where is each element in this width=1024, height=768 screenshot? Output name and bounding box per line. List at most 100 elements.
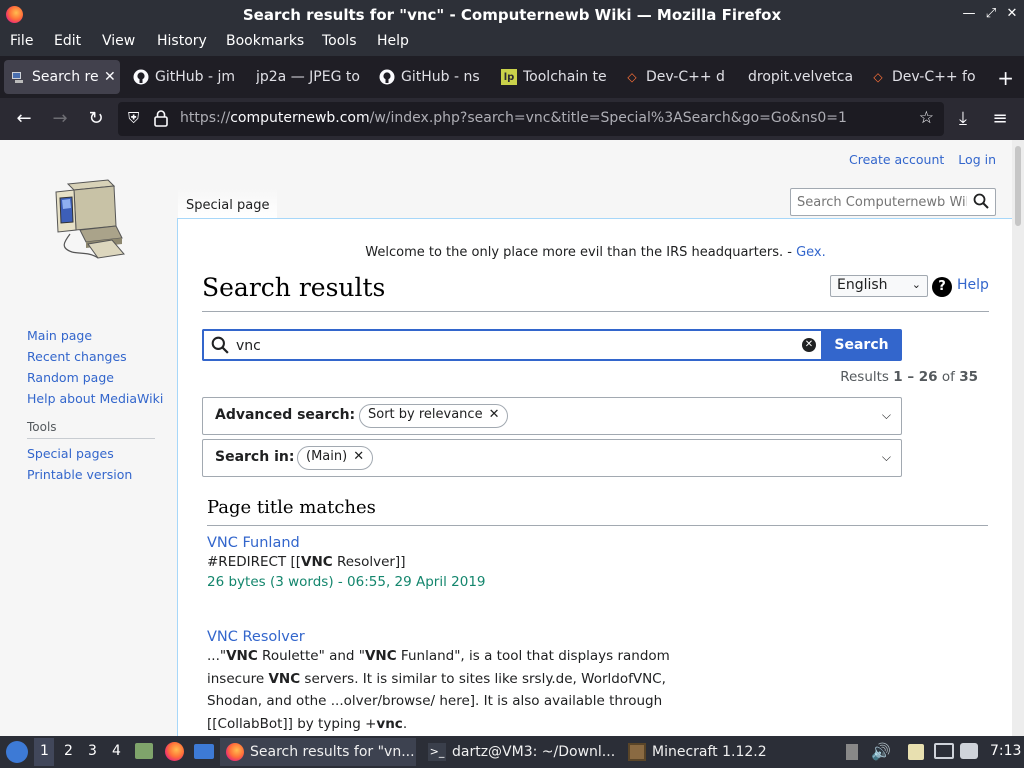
namespace-chip[interactable]: (Main) ✕	[297, 446, 374, 470]
language-select[interactable]: English ⌄	[830, 275, 928, 297]
wiki-logo[interactable]	[50, 178, 130, 262]
tab-close-icon[interactable]: ✕	[104, 69, 116, 85]
menu-view[interactable]: View	[102, 33, 135, 49]
clock: 7:13	[990, 743, 1022, 759]
chip-remove-icon[interactable]: ✕	[353, 449, 364, 464]
sidebar-item-main-page[interactable]: Main page	[27, 328, 163, 343]
firefox-icon	[226, 743, 244, 761]
battery-icon[interactable]	[846, 744, 858, 760]
tab-special-page[interactable]: Special page	[178, 188, 278, 218]
wiki-favicon-icon	[10, 69, 26, 85]
shield-icon[interactable]: ⛨	[128, 109, 139, 127]
workspace-4[interactable]: 4	[112, 743, 121, 759]
sidebar-tools: Special pages Printable version	[27, 446, 132, 488]
help-link[interactable]: Help	[957, 277, 989, 293]
tab-toolchain[interactable]: lp Toolchain te	[501, 60, 607, 94]
devcpp-icon: ◇	[873, 70, 883, 84]
lock-icon[interactable]	[154, 110, 168, 131]
file-manager-icon[interactable]	[135, 743, 153, 759]
sidebar-item-help[interactable]: Help about MediaWiki	[27, 391, 163, 406]
scrollbar-thumb[interactable]	[1015, 146, 1021, 226]
workspace-1[interactable]: 1	[40, 743, 49, 759]
help-icon[interactable]: ?	[932, 277, 952, 297]
forward-button[interactable]: →	[47, 106, 73, 132]
main-content: Welcome to the only place more evil than…	[177, 218, 1012, 736]
tab-search-results[interactable]: Search re ✕	[4, 60, 120, 94]
section-heading: Page title matches	[207, 497, 376, 518]
menu-tools[interactable]: Tools	[322, 33, 357, 49]
tab-devcpp-1[interactable]: ◇ Dev-C++ d	[624, 60, 728, 94]
clipboard-icon[interactable]	[908, 744, 924, 760]
firefox-launcher-icon[interactable]	[165, 742, 184, 761]
network-icon[interactable]	[960, 743, 978, 759]
query-input[interactable]	[236, 336, 796, 356]
tab-github-ns[interactable]: GitHub - ns	[379, 60, 485, 94]
window-titlebar: Search results for "vnc" - Computernewb …	[0, 0, 1024, 30]
taskbar-window-minecraft[interactable]: Minecraft 1.12.2	[626, 738, 822, 766]
search-button[interactable]: Search	[821, 329, 902, 361]
sidebar-tools-heading: Tools	[27, 420, 155, 439]
back-button[interactable]: ←	[11, 106, 37, 132]
search-in-panel[interactable]: Search in: (Main) ✕ ⌵	[202, 439, 902, 477]
url-text[interactable]: https://computernewb.com/w/index.php?sea…	[180, 110, 847, 126]
result-snippet: ..."VNC Roulette" and "VNC Funland", is …	[207, 648, 670, 732]
display-icon[interactable]	[934, 743, 954, 759]
wiki-search-input[interactable]	[797, 193, 967, 211]
sidebar-item-random-page[interactable]: Random page	[27, 370, 163, 385]
sidebar-navigation: Main page Recent changes Random page Hel…	[27, 328, 163, 412]
volume-icon[interactable]: 🔊	[871, 742, 891, 761]
terminal-icon: >_	[428, 743, 446, 761]
tab-jp2a[interactable]: jp2a — JPEG to	[256, 60, 366, 94]
sidebar-item-printable-version[interactable]: Printable version	[27, 467, 132, 482]
chevron-down-icon[interactable]: ⌵	[882, 408, 891, 423]
hamburger-menu-icon[interactable]: ≡	[987, 106, 1013, 132]
menu-history[interactable]: History	[157, 33, 207, 49]
restore-icon[interactable]: ⤢	[982, 5, 1000, 23]
workspace-2[interactable]: 2	[64, 743, 73, 759]
minimize-icon[interactable]: —	[960, 5, 978, 23]
result-title-link[interactable]: VNC Funland	[207, 535, 707, 551]
menu-help[interactable]: Help	[377, 33, 409, 49]
sidebar-item-special-pages[interactable]: Special pages	[27, 446, 132, 461]
page-scrollbar[interactable]	[1012, 140, 1024, 736]
downloads-icon[interactable]: ⤓	[950, 106, 976, 132]
chip-remove-icon[interactable]: ✕	[489, 407, 500, 422]
new-tab-button[interactable]: +	[997, 66, 1014, 90]
minecraft-icon	[628, 743, 646, 761]
clear-icon[interactable]: ✕	[802, 338, 816, 352]
menu-edit[interactable]: Edit	[54, 33, 81, 49]
start-menu-icon[interactable]	[6, 741, 28, 763]
sort-chip[interactable]: Sort by relevance ✕	[359, 404, 509, 428]
advanced-search-label: Advanced search:	[215, 407, 356, 423]
bookmark-star-icon[interactable]: ☆	[919, 108, 934, 128]
create-account-link[interactable]: Create account	[849, 152, 944, 167]
taskbar-window-terminal[interactable]: >_ dartz@VM3: ~/Downl...	[424, 738, 620, 766]
result-title-link[interactable]: VNC Resolver	[207, 629, 695, 645]
site-notice-link[interactable]: Gex.	[796, 245, 826, 260]
advanced-search-panel[interactable]: Advanced search: Sort by relevance ✕ ⌵	[202, 397, 902, 435]
close-icon[interactable]: ✕	[1003, 5, 1021, 23]
github-icon	[379, 69, 395, 85]
tab-dropit[interactable]: dropit.velvetca	[748, 60, 852, 94]
menu-file[interactable]: File	[10, 33, 33, 49]
taskbar-window-firefox[interactable]: Search results for "vn...	[220, 738, 416, 766]
url-bar[interactable]: ⛨ https://computernewb.com/w/index.php?s…	[118, 102, 944, 136]
tab-github-jm[interactable]: GitHub - jm	[133, 60, 245, 94]
chevron-down-icon[interactable]: ⌵	[882, 450, 891, 465]
log-in-link[interactable]: Log in	[958, 152, 996, 167]
wiki-search-box[interactable]	[790, 188, 996, 216]
sidebar-item-recent-changes[interactable]: Recent changes	[27, 349, 163, 364]
query-box[interactable]: ✕	[202, 329, 822, 361]
devcpp-icon: ◇	[627, 70, 637, 84]
personal-links: Create account Log in	[839, 152, 996, 167]
search-result: VNC Resolver ..."VNC Roulette" and "VNC …	[207, 629, 695, 735]
result-snippet: #REDIRECT [[VNC Resolver]]	[207, 554, 406, 570]
search-result: VNC Funland #REDIRECT [[VNC Resolver]] 2…	[207, 535, 707, 590]
github-icon	[133, 69, 149, 85]
menu-bookmarks[interactable]: Bookmarks	[226, 33, 304, 49]
workspace-3[interactable]: 3	[88, 743, 97, 759]
tab-devcpp-2[interactable]: ◇ Dev-C++ fo	[870, 60, 976, 94]
search-icon[interactable]	[973, 193, 989, 213]
reload-button[interactable]: ↻	[83, 106, 109, 132]
desktop-icon[interactable]	[194, 744, 214, 759]
